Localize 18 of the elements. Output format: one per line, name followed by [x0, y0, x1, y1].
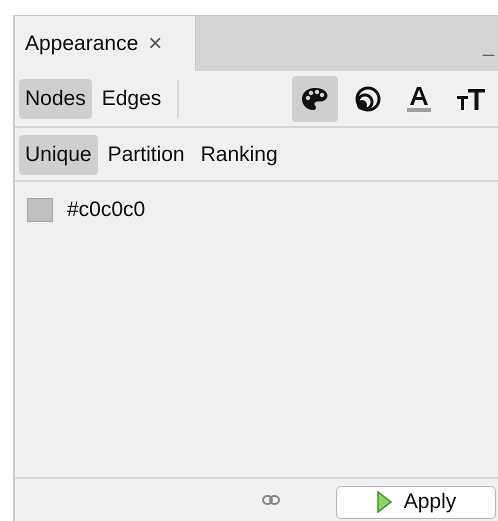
palette-icon	[301, 86, 329, 112]
attribute-button[interactable]	[292, 76, 338, 122]
color-swatch[interactable]	[27, 198, 53, 222]
mode-tab[interactable]: Partition	[102, 134, 191, 174]
close-icon[interactable]: ×	[148, 30, 162, 58]
element-tab[interactable]: Nodes	[19, 78, 92, 118]
circles-icon	[353, 84, 381, 112]
link-icon[interactable]	[262, 495, 280, 505]
element-tab[interactable]: Edges	[96, 78, 168, 118]
panel-tab[interactable]: Appearance ×	[15, 16, 196, 71]
minimize-icon[interactable]: _	[478, 35, 498, 58]
apply-button[interactable]: Apply	[336, 486, 496, 518]
play-icon	[376, 491, 392, 513]
tab-title: Appearance	[25, 32, 138, 56]
mode-tab[interactable]: Unique	[19, 134, 98, 174]
text-color-icon	[404, 84, 434, 112]
mode-tab[interactable]: Ranking	[194, 134, 284, 174]
color-value: #c0c0c0	[67, 198, 146, 222]
